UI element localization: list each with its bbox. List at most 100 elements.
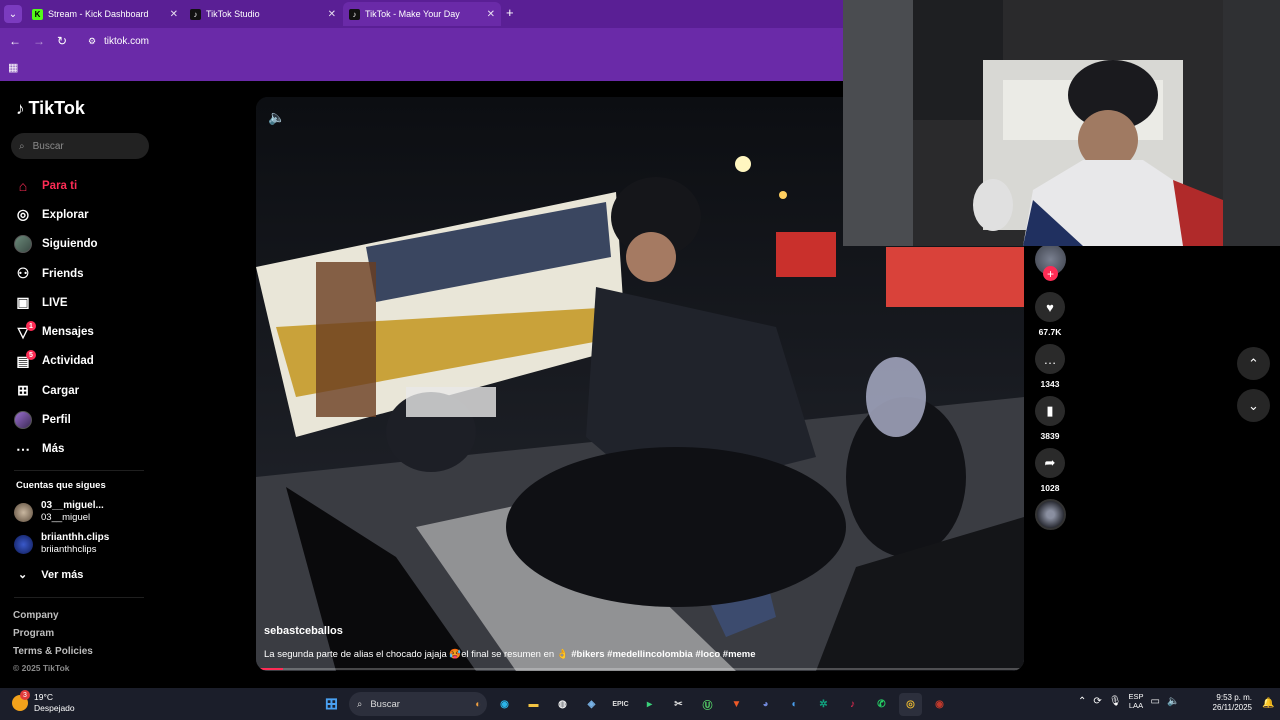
heart-icon: ♥: [1035, 292, 1065, 322]
see-more-link[interactable]: ⌄ Ver más: [18, 568, 83, 582]
taskbar-search[interactable]: ⌕ Buscar ◐: [349, 692, 487, 716]
nav-label: Siguiendo: [42, 238, 98, 251]
site-info-icon[interactable]: ⚙: [88, 36, 96, 47]
following-title: Cuentas que sigues: [16, 480, 106, 491]
new-tab-icon[interactable]: +: [506, 5, 514, 20]
reload-icon[interactable]: ↻: [57, 34, 67, 48]
divider: [14, 470, 144, 471]
app-icon[interactable]: ◐: [783, 693, 806, 716]
nav-label: Más: [42, 443, 65, 456]
share-icon: ➦: [1035, 448, 1065, 478]
tab-search-icon[interactable]: ⌄: [4, 5, 22, 23]
bookmarks-bar: ▦: [0, 55, 843, 81]
like-button[interactable]: ♥ 67.7K: [1034, 292, 1066, 337]
clock-date: 26/11/2025: [1212, 703, 1252, 712]
chevron-up-icon[interactable]: ⌃: [1078, 696, 1086, 707]
nav-item-para-ti[interactable]: ⌂ Para ti: [14, 171, 234, 200]
app-icon[interactable]: ◉: [928, 693, 951, 716]
close-tab-icon[interactable]: ✕: [170, 9, 178, 20]
capcut-icon[interactable]: ✂: [667, 693, 690, 716]
footer-link-program[interactable]: Program: [13, 628, 54, 639]
steam-icon[interactable]: ◈: [580, 693, 603, 716]
nav-item-cargar[interactable]: ⊞ Cargar: [14, 376, 234, 405]
screen: ⌄ K Stream - Kick Dashboard ✕ ♪ TikTok S…: [0, 0, 1280, 720]
following-item[interactable]: briianthh.clips briianthhclips: [14, 532, 214, 556]
tiktok-icon: ♪: [190, 8, 201, 20]
clock[interactable]: 9:53 p. m. 26/11/2025: [1208, 693, 1252, 713]
nav-item-mas[interactable]: ⋯ Más: [14, 435, 234, 464]
discord-icon[interactable]: ◕: [754, 693, 777, 716]
nav-item-friends[interactable]: ⚇ Friends: [14, 259, 234, 288]
forward-icon[interactable]: →: [33, 34, 45, 48]
weather-condition: Despejado: [34, 703, 75, 713]
next-video-button[interactable]: ⌄: [1237, 389, 1270, 422]
language-indicator[interactable]: ESP LAA: [1128, 692, 1143, 710]
caption-hashtags[interactable]: #bikers #medellincolombia #loco #meme: [571, 649, 755, 660]
messages-icon: ▽ 1: [14, 321, 36, 341]
copyright: © 2025 TikTok: [13, 663, 70, 673]
upwork-icon[interactable]: Ⓤ: [696, 693, 719, 716]
windows-start-icon[interactable]: ⊞: [320, 693, 343, 716]
tab-tiktok-active[interactable]: ♪ TikTok - Make Your Day ✕: [343, 2, 501, 26]
nav-item-live[interactable]: ▣ LIVE: [14, 288, 234, 317]
previous-video-button[interactable]: ⌃: [1237, 347, 1270, 380]
close-tab-icon[interactable]: ✕: [487, 9, 495, 20]
following-handle: briianthhclips: [41, 544, 97, 555]
apps-grid-icon[interactable]: ▦: [8, 61, 18, 74]
nav-item-mensajes[interactable]: ▽ 1 Mensajes: [14, 317, 234, 346]
nav-item-siguiendo[interactable]: Siguiendo: [14, 230, 234, 259]
tiktok-icon: ♪: [349, 8, 360, 20]
volume-icon[interactable]: 🔈: [268, 109, 285, 126]
following-name: briianthh.clips: [41, 532, 110, 543]
footer-link-terms[interactable]: Terms & Policies: [13, 646, 93, 657]
tab-tiktok-studio[interactable]: ♪ TikTok Studio ✕: [184, 2, 342, 26]
volume-icon[interactable]: 🔈: [1167, 696, 1179, 707]
avatar: [14, 502, 33, 522]
following-item[interactable]: 03__miguel... 03__miguel: [14, 500, 214, 524]
weather-widget[interactable]: 3 19°C Despejado: [12, 690, 75, 714]
weather-text: 19°C Despejado: [34, 692, 75, 714]
video-progress-bar[interactable]: [260, 668, 1020, 670]
taskbar-apps: ⊞ ⌕ Buscar ◐ ◉ ▬ ◍ ◈ EPIC ▸ ✂ Ⓤ ▼ ◕ ◐ ✲ …: [320, 692, 951, 716]
close-tab-icon[interactable]: ✕: [328, 9, 336, 20]
network-icon[interactable]: ▭: [1151, 696, 1160, 707]
video-author[interactable]: sebastceballos: [264, 625, 343, 637]
address-bar[interactable]: ⚙ tiktok.com: [84, 31, 834, 52]
activity-icon: ▤ 5: [14, 350, 36, 370]
compass-icon: ◎: [16, 206, 30, 223]
chatgpt-icon[interactable]: ✲: [812, 693, 835, 716]
weather-sun-icon: 3: [12, 690, 30, 711]
save-button[interactable]: ▮ 3839: [1034, 396, 1066, 441]
share-button[interactable]: ➦ 1028: [1034, 448, 1066, 493]
obs-icon[interactable]: ◍: [551, 693, 574, 716]
nav-item-actividad[interactable]: ▤ 5 Actividad: [14, 347, 234, 376]
epic-games-icon[interactable]: EPIC: [609, 693, 632, 716]
nav-label: Para ti: [42, 179, 78, 192]
whatsapp-icon[interactable]: ✆: [870, 693, 893, 716]
brave-icon[interactable]: ▼: [725, 693, 748, 716]
microphone-icon[interactable]: 🎙: [1109, 696, 1122, 707]
address-bar-row: ← → ↻ ⚙ tiktok.com: [0, 28, 843, 55]
webcam-image: [843, 0, 1280, 246]
comment-button[interactable]: … 1343: [1034, 344, 1066, 389]
sync-icon[interactable]: ⟳: [1093, 696, 1101, 707]
nav-item-explorar[interactable]: ◎ Explorar: [14, 200, 234, 229]
music-disc-icon[interactable]: [1035, 499, 1066, 530]
tiktok-logo[interactable]: ♪ TikTok: [16, 98, 85, 119]
following-names: briianthh.clips briianthhclips: [41, 532, 109, 556]
follow-plus-icon[interactable]: +: [1043, 266, 1058, 281]
nav-item-perfil[interactable]: Perfil: [14, 405, 234, 434]
file-explorer-icon[interactable]: ▬: [522, 693, 545, 716]
chrome-icon[interactable]: ◎: [899, 692, 922, 716]
app-icon[interactable]: ▸: [638, 693, 661, 716]
following-names: 03__miguel... 03__miguel: [41, 500, 104, 524]
back-icon[interactable]: ←: [9, 34, 21, 48]
tiktok-icon[interactable]: ♪: [841, 693, 864, 716]
footer-link-company[interactable]: Company: [13, 610, 59, 621]
following-name: 03__miguel...: [41, 500, 104, 511]
avatar: [14, 534, 33, 554]
edge-icon[interactable]: ◉: [493, 693, 516, 716]
search-input[interactable]: ⌕ Buscar: [11, 133, 149, 159]
tab-kick-dashboard[interactable]: K Stream - Kick Dashboard ✕: [26, 2, 184, 26]
notifications-icon[interactable]: 🔔: [1262, 698, 1274, 709]
